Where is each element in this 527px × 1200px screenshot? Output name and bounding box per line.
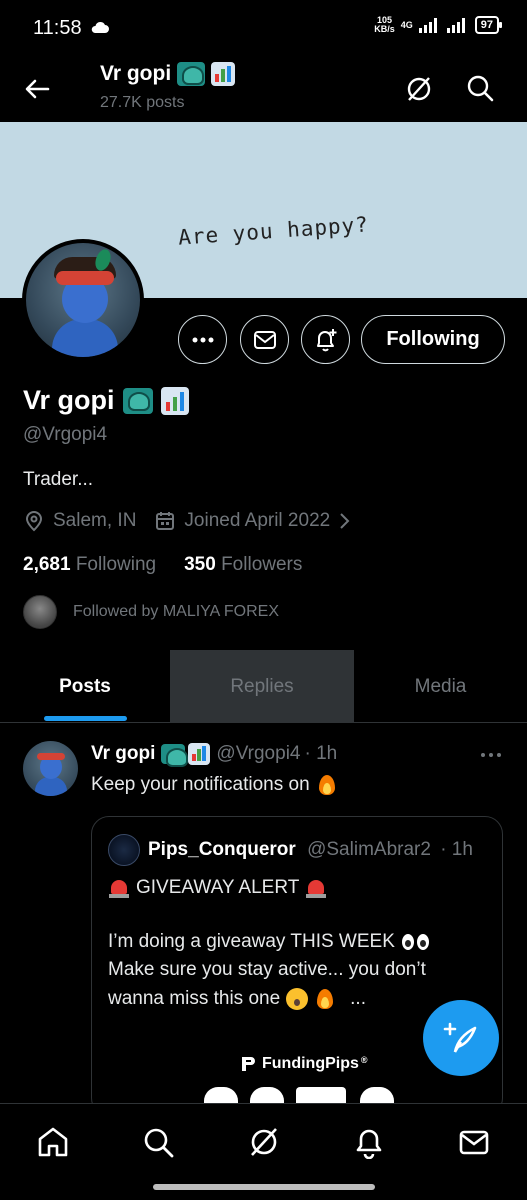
bar-chart-emoji-icon xyxy=(160,386,189,415)
nav-grok[interactable] xyxy=(246,1124,282,1160)
profile-joined: Joined April 2022 xyxy=(184,510,331,531)
nav-notifications[interactable] xyxy=(351,1124,387,1160)
quoted-author-name: Pips_Conqueror xyxy=(148,839,296,860)
fire-emoji-icon xyxy=(314,987,336,1011)
fundingpips-mark-icon xyxy=(242,1057,255,1071)
quoted-author-avatar xyxy=(108,834,140,866)
post-header: Vr gopi @Vrgopi4 · 1h xyxy=(91,743,338,767)
nav-messages[interactable] xyxy=(456,1124,492,1160)
nav-search[interactable] xyxy=(140,1124,176,1160)
tab-replies[interactable]: Replies xyxy=(170,650,354,723)
post-author-avatar[interactable] xyxy=(23,741,78,796)
post-author-name[interactable]: Vr gopi xyxy=(91,743,155,765)
followed-by[interactable]: Followed by MALIYA FOREX xyxy=(23,595,279,629)
battery-icon: 97 xyxy=(474,16,503,34)
peacock-emoji-icon xyxy=(161,744,189,767)
quoted-line-3: Make sure you stay active... you don’t xyxy=(108,959,426,980)
peacock-emoji-icon xyxy=(177,62,206,86)
location-pin-icon xyxy=(25,511,43,532)
status-indicators: 105 KB/s 4G 97 xyxy=(374,15,503,34)
peacock-emoji-icon xyxy=(122,387,153,414)
siren-emoji-icon xyxy=(305,877,327,899)
quoted-post-time: · 1h xyxy=(440,839,473,860)
quoted-line-4: wanna miss this one ... xyxy=(108,987,366,1011)
signal-icon-2 xyxy=(446,18,465,33)
header-post-count: 27.7K posts xyxy=(100,94,185,111)
nav-home[interactable] xyxy=(35,1124,71,1160)
post-text: Keep your notifications on xyxy=(91,773,338,797)
profile-location: Salem, IN xyxy=(53,510,137,531)
search-icon[interactable] xyxy=(465,73,495,103)
follower-avatar xyxy=(23,595,57,629)
network-speed: 105 KB/s xyxy=(374,15,395,34)
profile-tabs: Posts Replies Media xyxy=(0,650,527,723)
surprised-emoji-icon xyxy=(286,988,309,1010)
feather-plus-icon xyxy=(443,1022,477,1053)
compose-post-button[interactable] xyxy=(423,1000,499,1076)
profile-name: Vr gopi xyxy=(23,385,189,416)
more-options-button[interactable] xyxy=(178,315,227,364)
grok-icon[interactable] xyxy=(404,74,434,104)
tab-media[interactable]: Media xyxy=(354,650,527,723)
post-author-handle[interactable]: @Vrgopi4 xyxy=(216,743,300,765)
network-type: 4G xyxy=(400,20,413,30)
profile-avatar[interactable] xyxy=(22,239,144,361)
back-arrow-icon[interactable] xyxy=(22,74,52,104)
signal-icon xyxy=(418,18,437,33)
grok-icon xyxy=(251,1128,277,1156)
following-button[interactable]: Following xyxy=(361,315,505,364)
chevron-right-icon[interactable] xyxy=(338,511,350,531)
quoted-post-header: Pips_Conqueror @SalimAbrar2 · 1h xyxy=(148,839,473,861)
quoted-line-2: I’m doing a giveaway THIS WEEK xyxy=(108,931,431,953)
follow-counts: 2,681 Following 350 Followers xyxy=(23,554,302,576)
fire-emoji-icon xyxy=(316,773,338,797)
bar-chart-emoji-icon xyxy=(211,62,236,86)
followed-by-text: Followed by MALIYA FOREX xyxy=(73,603,279,620)
followers-count-link[interactable]: 350 Followers xyxy=(184,554,302,576)
siren-emoji-icon xyxy=(108,877,130,899)
notifications-icon xyxy=(356,1129,382,1159)
status-time: 11:58 xyxy=(33,17,82,39)
post-more-icon[interactable] xyxy=(479,745,503,765)
system-home-indicator[interactable] xyxy=(153,1184,375,1190)
envelope-icon xyxy=(253,330,276,349)
fundingpips-logo: FundingPips ® xyxy=(240,1055,368,1073)
messages-icon xyxy=(459,1130,489,1155)
notifications-toggle-button[interactable] xyxy=(301,315,350,364)
post-time: · 1h xyxy=(304,743,338,764)
profile-header: Vr gopi 27.7K posts xyxy=(0,58,527,122)
eyes-emoji-icon xyxy=(401,932,431,952)
quoted-line-1: GIVEAWAY ALERT xyxy=(108,877,327,899)
calendar-icon xyxy=(156,512,175,530)
message-button[interactable] xyxy=(240,315,289,364)
quoted-author-handle: @SalimAbrar2 xyxy=(307,839,431,860)
tab-posts[interactable]: Posts xyxy=(0,650,170,723)
active-tab-indicator xyxy=(44,716,127,721)
banner-text: Are you happy? xyxy=(177,212,370,250)
bell-plus-icon xyxy=(316,328,336,351)
profile-meta: Salem, IN Joined April 2022 xyxy=(23,510,350,532)
following-count-link[interactable]: 2,681 Following xyxy=(23,554,156,576)
home-icon xyxy=(38,1127,68,1157)
header-title: Vr gopi xyxy=(100,62,236,86)
status-bar: 11:58 105 KB/s 4G 97 xyxy=(0,0,527,58)
cloud-icon xyxy=(91,21,109,33)
bar-chart-emoji-icon xyxy=(188,743,211,765)
more-dots-icon xyxy=(192,337,213,342)
profile-handle: @Vrgopi4 xyxy=(23,424,108,445)
search-icon xyxy=(144,1128,174,1158)
profile-bio: Trader... xyxy=(23,469,94,490)
